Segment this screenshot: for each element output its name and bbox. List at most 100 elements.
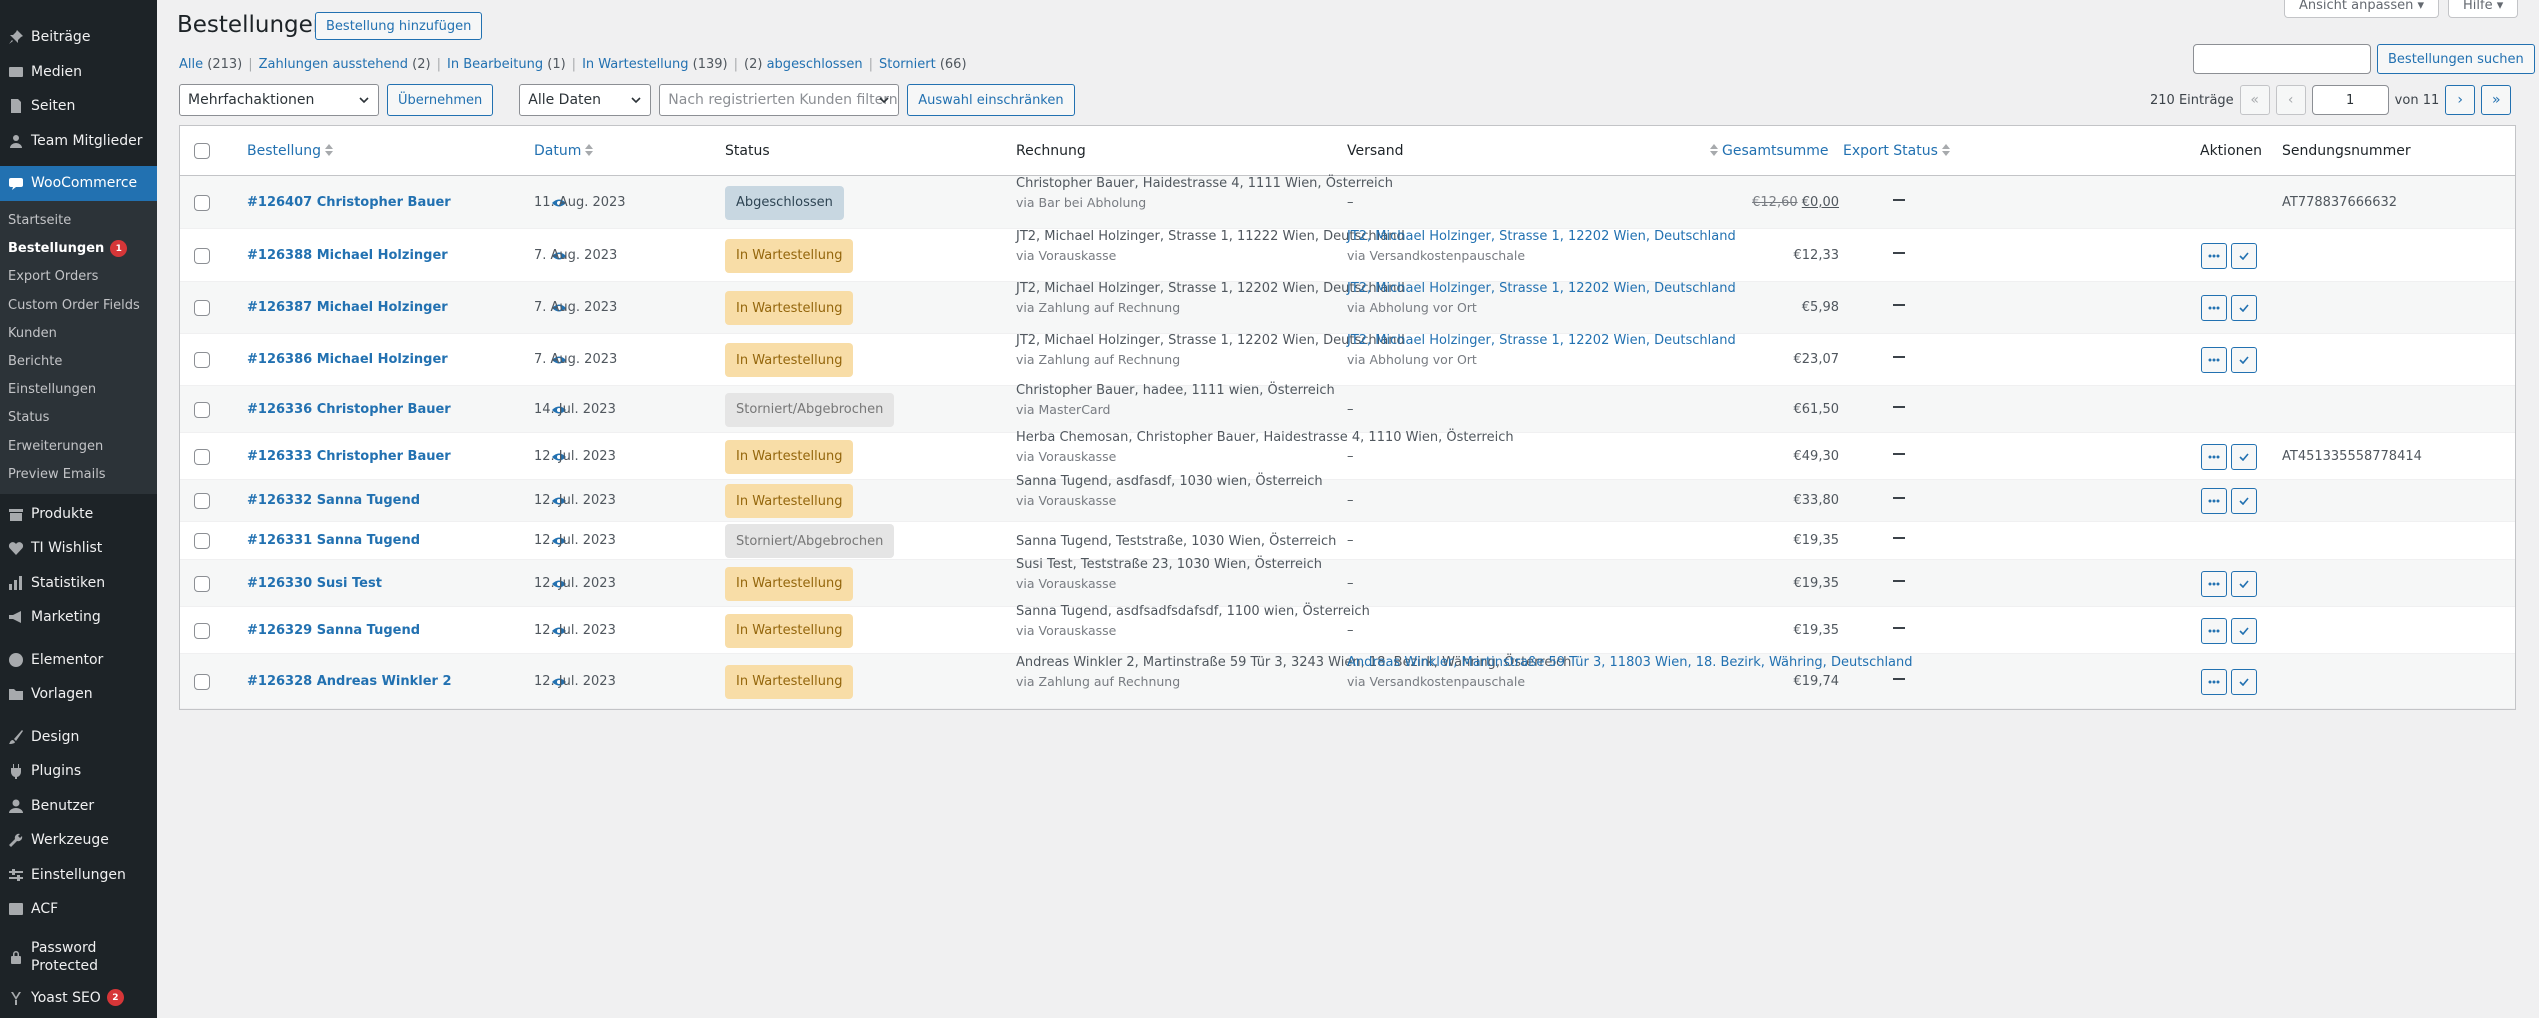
sidebar-item-medien[interactable]: Medien [0,55,157,90]
more-actions-button[interactable] [2201,347,2227,373]
sidebar-item-produkte[interactable]: Produkte [0,496,157,531]
more-actions-button[interactable] [2201,443,2227,470]
sidebar-item-beiträge[interactable]: Beiträge [0,20,157,55]
submenu-item-export-orders[interactable]: Export Orders [0,263,157,291]
customer-filter-select[interactable]: Nach registrierten Kunden filtern [659,84,900,116]
order-link[interactable]: #126331 Sanna Tugend [247,533,420,548]
complete-order-button[interactable] [2231,295,2257,321]
submenu-item-custom-order-fields[interactable]: Custom Order Fields [0,291,157,319]
filter-cancelled[interactable]: Storniert (66) [879,57,967,72]
filter-pending[interactable]: Zahlungen ausstehend (2) [259,57,431,72]
row-checkbox[interactable] [194,673,210,690]
row-checkbox[interactable] [194,247,210,264]
table-row[interactable]: #126407 Christopher Bauer 11. Aug. 2023 Ab… [180,176,2515,229]
sidebar-item-team-mitglieder[interactable]: Team Mitglieder [0,124,157,159]
shipping-address[interactable]: JT2, Michael Holzinger, Strasse 1, 12202… [1347,331,1736,370]
column-header-export-status[interactable]: Export Status [1843,143,1950,159]
order-link[interactable]: #126387 Michael Holzinger [247,300,448,315]
submenu-item-einstellungen[interactable]: Einstellungen [0,376,157,404]
sidebar-item-einstellungen[interactable]: Einstellungen [0,857,157,892]
table-row[interactable]: #126336 Christopher Bauer 14. Jul. 2023 St… [180,383,2515,433]
next-page-button[interactable]: › [2445,85,2476,115]
submenu-item-erweiterungen[interactable]: Erweiterungen [0,432,157,460]
submenu-item-bestellungen[interactable]: Bestellungen 1 [0,235,157,263]
column-header-total[interactable]: Gesamtsumme [1710,143,1829,159]
more-actions-button[interactable] [2201,570,2227,597]
submenu-item-startseite[interactable]: Startseite [0,207,157,235]
complete-order-button[interactable] [2231,488,2257,514]
sidebar-item-werkzeuge[interactable]: Werkzeuge [0,823,157,858]
complete-order-button[interactable] [2231,347,2257,373]
help-button[interactable]: Hilfe ▾ [2448,0,2519,18]
sidebar-item-elementor[interactable]: Elementor [0,642,157,677]
complete-order-button[interactable] [2231,443,2257,470]
row-checkbox[interactable] [194,493,210,509]
column-header-order[interactable]: Bestellung [247,143,334,159]
submenu-item-kunden[interactable]: Kunden [0,319,157,347]
filter-button[interactable]: Auswahl einschränken [907,84,1075,116]
search-input[interactable] [2193,44,2371,74]
filter-on-hold[interactable]: In Wartestellung (139) [582,57,728,72]
table-row[interactable]: #126332 Sanna Tugend 12. Jul. 2023 In Wart… [180,474,2515,522]
submenu-item-status[interactable]: Status [0,404,157,432]
submenu-item-preview-emails[interactable]: Preview Emails [0,460,157,488]
search-orders-button[interactable]: Bestellungen suchen [2377,44,2535,74]
table-row[interactable]: #126388 Michael Holzinger 7. Aug. 2023 In … [180,229,2515,282]
bulk-actions-select[interactable]: Mehrfachaktionen [179,84,379,116]
shipping-address[interactable]: JT2, Michael Holzinger, Strasse 1, 12202… [1347,227,1736,266]
sidebar-item-statistiken[interactable]: Statistiken [0,565,157,600]
last-page-button[interactable]: » [2481,85,2512,115]
more-actions-button[interactable] [2201,488,2227,514]
sidebar-item-password-protected[interactable]: Password Protected [0,934,157,980]
order-link[interactable]: #126332 Sanna Tugend [247,493,420,508]
more-actions-button[interactable] [2201,295,2227,321]
order-link[interactable]: #126388 Michael Holzinger [247,248,448,263]
column-header-date[interactable]: Datum [534,143,594,159]
order-link[interactable]: #126330 Susi Test [247,576,382,591]
order-link[interactable]: #126386 Michael Holzinger [247,352,448,367]
filter-all[interactable]: Alle (213) [179,57,242,72]
order-link[interactable]: #126336 Christopher Bauer [247,402,451,417]
row-checkbox[interactable] [194,448,210,465]
table-row[interactable]: #126328 Andreas Winkler 2 12. Jul. 2023 In… [180,654,2515,709]
sidebar-item-benutzer[interactable]: Benutzer [0,788,157,823]
sidebar-item-seiten[interactable]: Seiten [0,89,157,124]
complete-order-button[interactable] [2231,570,2257,597]
table-row[interactable]: #126329 Sanna Tugend 12. Jul. 2023 In Wart… [180,604,2515,654]
sidebar-item-design[interactable]: Design [0,719,157,754]
complete-order-button[interactable] [2231,668,2257,695]
sidebar-item-woocommerce[interactable]: WooCommerce [0,166,157,201]
select-all-checkbox[interactable] [194,143,210,159]
row-checkbox[interactable] [194,194,210,211]
current-page-input[interactable]: 1 [2311,85,2389,115]
order-link[interactable]: #126407 Christopher Bauer [247,195,451,210]
table-row[interactable]: #126387 Michael Holzinger 7. Aug. 2023 In … [180,281,2515,334]
row-checkbox[interactable] [194,533,210,549]
row-checkbox[interactable] [194,622,210,639]
submenu-item-berichte[interactable]: Berichte [0,347,157,375]
sidebar-item-yoast[interactable]: Yoast SEO 2 [0,980,157,1015]
row-checkbox[interactable] [194,300,210,316]
first-page-button[interactable]: « [2239,85,2270,115]
date-filter-select[interactable]: Alle Daten [519,84,652,116]
screen-options-button[interactable]: Ansicht anpassen ▾ [2284,0,2439,18]
sidebar-item-marketing[interactable]: Marketing [0,600,157,635]
complete-order-button[interactable] [2231,242,2257,269]
order-link[interactable]: #126328 Andreas Winkler 2 [247,674,452,689]
more-actions-button[interactable] [2201,242,2227,269]
sidebar-item-acf[interactable]: ACF [0,892,157,927]
more-actions-button[interactable] [2201,617,2227,644]
shipping-address[interactable]: Andreas Winkler, Martinstraße 59 Tür 3, … [1347,653,1913,692]
table-row[interactable]: #126330 Susi Test 12. Jul. 2023 In Wartest… [180,557,2515,607]
add-order-button[interactable]: Bestellung hinzufügen [315,12,483,40]
prev-page-button[interactable]: ‹ [2275,85,2306,115]
more-actions-button[interactable] [2201,668,2227,695]
complete-order-button[interactable] [2231,617,2257,644]
row-checkbox[interactable] [194,352,210,368]
table-row[interactable]: #126333 Christopher Bauer 12. Jul. 2023 In… [180,430,2515,480]
order-link[interactable]: #126329 Sanna Tugend [247,623,420,638]
row-checkbox[interactable] [194,401,210,418]
apply-button[interactable]: Übernehmen [387,84,494,116]
sidebar-item-vorlagen[interactable]: Vorlagen [0,677,157,712]
order-link[interactable]: #126333 Christopher Bauer [247,449,451,464]
